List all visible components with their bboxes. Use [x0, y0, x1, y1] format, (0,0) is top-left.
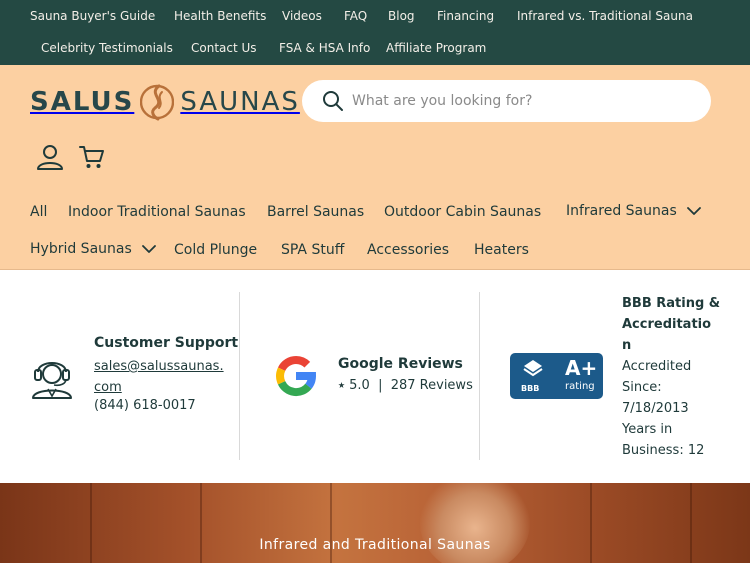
bbb-title-line-2: Accreditatio: [622, 317, 712, 332]
topbar-link-affiliate-program[interactable]: Affiliate Program: [386, 41, 486, 55]
topbar-link-faq[interactable]: FAQ: [344, 9, 367, 23]
bbb-accredited-line-3: 7/18/2013: [622, 401, 689, 416]
search-bar: [302, 80, 711, 122]
bbb-badge-word: rating: [565, 381, 595, 392]
topbar-link-infrared-vs-traditional[interactable]: Infrared vs. Traditional Sauna: [517, 9, 693, 23]
topbar-link-celebrity-testimonials[interactable]: Celebrity Testimonials: [41, 41, 173, 55]
nav-outdoor-cabin-saunas[interactable]: Outdoor Cabin Saunas: [384, 204, 541, 220]
nav-accessories[interactable]: Accessories: [367, 242, 449, 258]
support-email-link[interactable]: sales@salussaunas. com: [94, 356, 224, 398]
top-bar: Sauna Buyer's Guide Health Benefits Vide…: [0, 0, 750, 65]
bbb-badge: BBB A+ rating: [510, 353, 603, 399]
nav-hybrid-saunas[interactable]: Hybrid Saunas: [30, 241, 156, 257]
hero-banner[interactable]: Infrared and Traditional Saunas: [0, 483, 750, 563]
bbb-title-line-1: BBB Rating &: [622, 296, 721, 311]
nav-hybrid-saunas-label: Hybrid Saunas: [30, 241, 132, 257]
bbb-years-line-2: Business: 12: [622, 443, 705, 458]
hero-heading: Infrared and Traditional Saunas: [259, 537, 491, 553]
cart-icon[interactable]: [79, 144, 105, 170]
bbb-title-line-3: n: [622, 338, 632, 353]
bbb-torch-icon: [523, 360, 543, 377]
support-email-line-2: com: [94, 380, 122, 395]
bbb-years-line-1: Years in: [622, 422, 673, 437]
google-logo-icon: [276, 356, 316, 397]
nav-infrared-saunas[interactable]: Infrared Saunas: [566, 203, 701, 219]
logo-word-saunas: SAUNAS: [180, 87, 300, 117]
chevron-down-icon: [686, 206, 701, 215]
topbar-link-blog[interactable]: Blog: [388, 9, 415, 23]
search-input[interactable]: [352, 86, 692, 116]
customer-support-icon: [32, 362, 72, 399]
google-rating: ⭑ 5.0 | 287 Reviews: [338, 378, 473, 393]
google-reviews-title: Google Reviews: [338, 356, 463, 372]
trust-divider: [479, 292, 480, 460]
flame-logo-icon: [140, 84, 175, 121]
topbar-link-financing[interactable]: Financing: [437, 9, 494, 23]
site-logo[interactable]: SALUS SAUNAS: [30, 80, 300, 124]
nav-spa-stuff[interactable]: SPA Stuff: [281, 242, 344, 258]
chevron-down-icon: [141, 244, 156, 253]
account-icon[interactable]: [36, 143, 64, 171]
bbb-title: BBB Rating & Accreditatio n: [622, 293, 720, 356]
support-title: Customer Support: [94, 335, 239, 351]
trust-divider: [239, 292, 240, 460]
bbb-accredited-line-2: Since:: [622, 380, 662, 395]
topbar-link-contact-us[interactable]: Contact Us: [191, 41, 257, 55]
bbb-accredited-line-1: Accredited: [622, 359, 692, 374]
nav-all[interactable]: All: [30, 204, 47, 220]
bbb-badge-grade: A+: [565, 356, 598, 380]
support-email-line-1: sales@salussaunas.: [94, 359, 224, 374]
nav-heaters[interactable]: Heaters: [474, 242, 529, 258]
topbar-link-fsa-hsa[interactable]: FSA & HSA Info: [279, 41, 370, 55]
logo-word-salus: SALUS: [30, 87, 135, 117]
nav-indoor-traditional-saunas[interactable]: Indoor Traditional Saunas: [68, 204, 246, 220]
nav-barrel-saunas[interactable]: Barrel Saunas: [267, 204, 364, 220]
bbb-badge-brand: BBB: [521, 384, 540, 393]
support-phone: (844) 618-0017: [94, 398, 196, 413]
topbar-link-health-benefits[interactable]: Health Benefits: [174, 9, 266, 23]
nav-cold-plunge[interactable]: Cold Plunge: [174, 242, 257, 258]
topbar-link-videos[interactable]: Videos: [282, 9, 322, 23]
search-icon[interactable]: [322, 90, 344, 112]
topbar-link-buyers-guide[interactable]: Sauna Buyer's Guide: [30, 9, 155, 23]
bbb-accredited-since: Accredited Since: 7/18/2013 Years in Bus…: [622, 356, 704, 461]
nav-infrared-saunas-label: Infrared Saunas: [566, 203, 677, 219]
